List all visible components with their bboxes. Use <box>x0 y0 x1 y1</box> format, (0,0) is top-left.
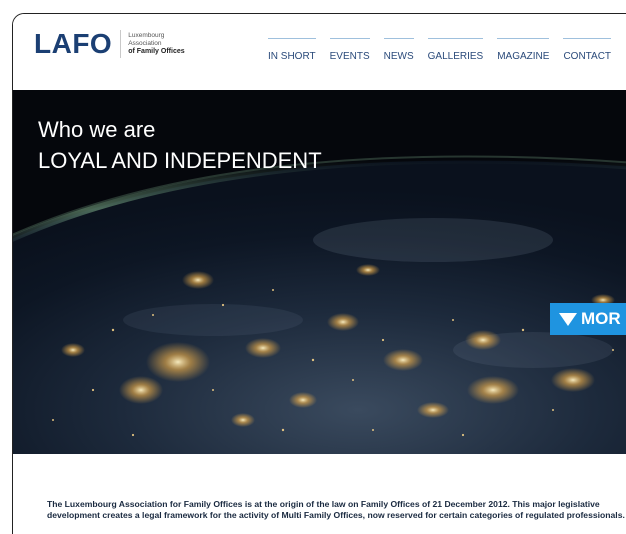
hero-subtitle: LOYAL AND INDEPENDENT <box>38 148 322 173</box>
down-arrow-icon <box>559 312 577 326</box>
intro-paragraph: The Luxembourg Association for Family Of… <box>47 498 625 521</box>
logo-divider <box>120 30 122 58</box>
site-header: LAFO Luxembourg Association of Family Of… <box>13 14 626 90</box>
browser-frame: LAFO Luxembourg Association of Family Of… <box>12 13 626 534</box>
earth-night-image <box>13 90 626 454</box>
main-nav: IN SHORT EVENTS NEWS GALLERIES MAGAZINE … <box>268 38 611 62</box>
more-button[interactable]: MOR <box>550 303 626 335</box>
hero-banner: Who we are LOYAL AND INDEPENDENT MOR <box>13 90 626 454</box>
hero-title: Who we are <box>38 117 156 142</box>
nav-item-news[interactable]: NEWS <box>383 38 414 62</box>
logo-mark: LAFO <box>34 28 113 59</box>
lafo-logo[interactable]: LAFO Luxembourg Association of Family Of… <box>34 30 185 58</box>
nav-item-magazine[interactable]: MAGAZINE <box>497 38 550 62</box>
nav-item-events[interactable]: EVENTS <box>329 38 370 62</box>
logo-line-1: Luxembourg <box>128 32 165 39</box>
logo-line-2: Association <box>128 40 162 47</box>
nav-item-galleries[interactable]: GALLERIES <box>427 38 483 62</box>
more-button-label: MOR <box>581 309 621 328</box>
nav-item-contact[interactable]: CONTACT <box>563 38 611 62</box>
logo-text: Luxembourg Association of Family Offices <box>128 32 184 56</box>
nav-item-in-short[interactable]: IN SHORT <box>268 38 316 62</box>
logo-line-3: of Family Offices <box>128 48 185 55</box>
